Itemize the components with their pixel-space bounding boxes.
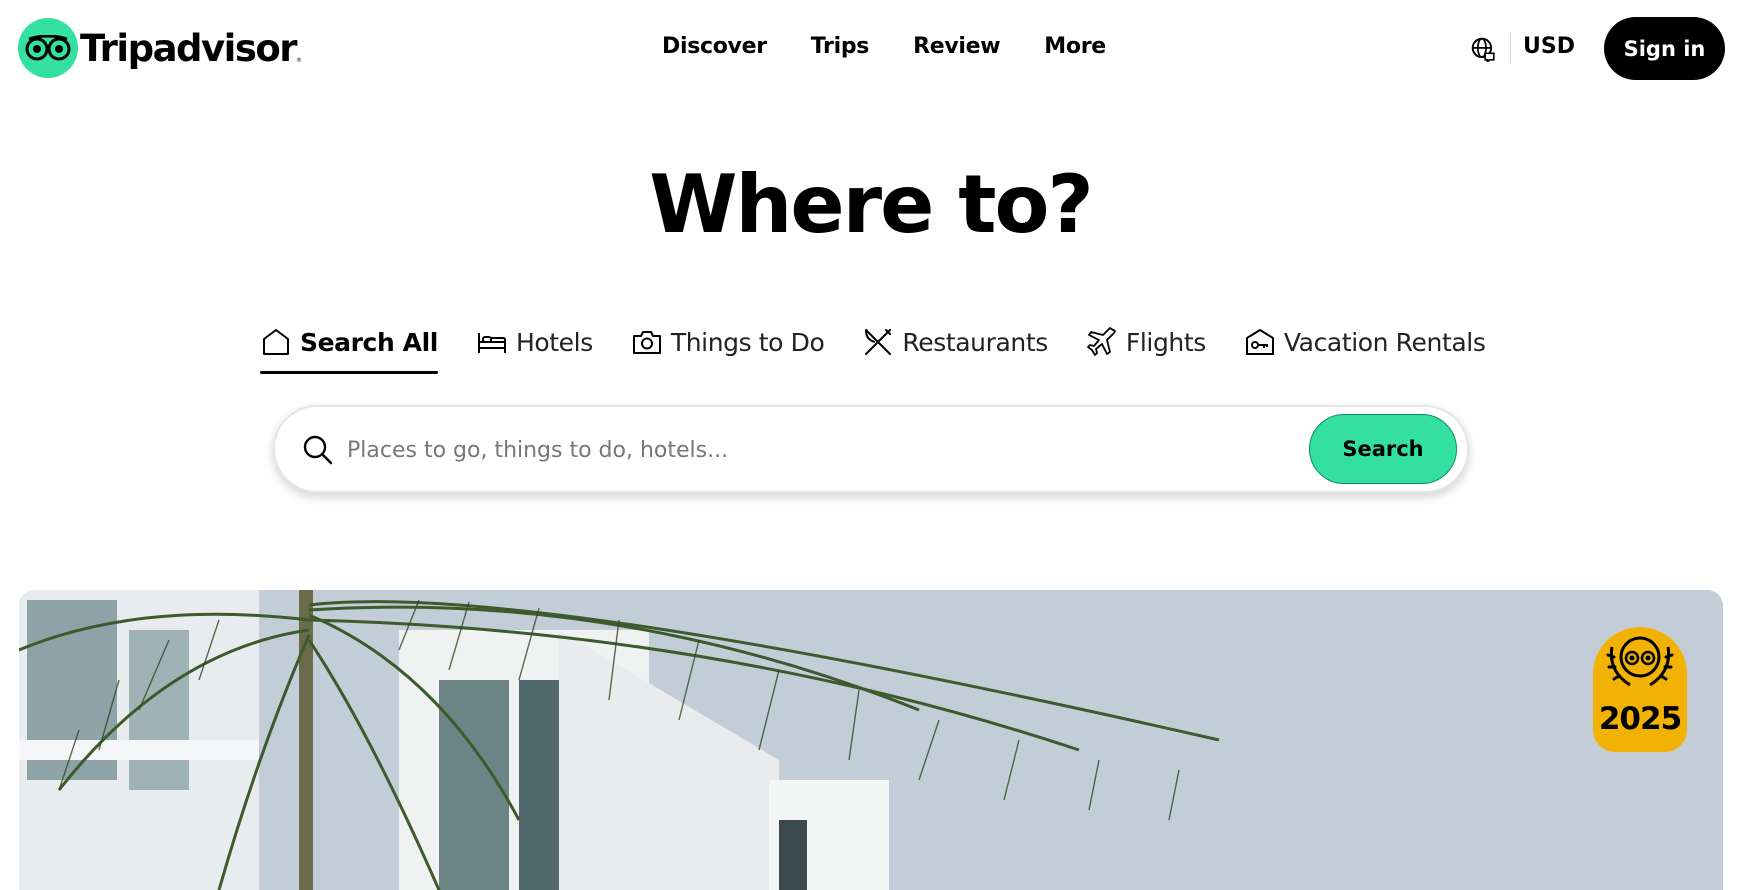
utensils-icon <box>865 329 892 355</box>
search-input[interactable] <box>345 425 1289 475</box>
nav-discover[interactable]: Discover <box>640 26 789 67</box>
search-icon <box>303 435 333 465</box>
search-category-tabs: Search All Hotels Things to Do Restauran… <box>260 322 1523 374</box>
tab-label: Restaurants <box>902 327 1048 357</box>
tab-label: Vacation Rentals <box>1283 327 1486 357</box>
owl-logo-icon <box>18 18 78 78</box>
house-key-icon <box>1245 329 1274 355</box>
camera-icon <box>632 331 661 354</box>
travelers-choice-badge: 2025 <box>1593 627 1687 752</box>
search-button[interactable]: Search <box>1309 414 1457 484</box>
tab-label: Hotels <box>515 327 593 357</box>
tab-search-all[interactable]: Search All <box>260 322 438 374</box>
currency-selector[interactable]: USD <box>1523 34 1575 59</box>
tab-label: Flights <box>1125 327 1206 357</box>
owl-laurel-icon <box>1606 636 1674 687</box>
sign-in-button[interactable]: Sign in <box>1604 17 1725 80</box>
logo-wordmark: Tripadvisor <box>80 26 298 70</box>
tab-flights[interactable]: Flights <box>1086 322 1206 374</box>
nav-more[interactable]: More <box>1022 26 1128 67</box>
hero-banner-image[interactable] <box>19 590 1723 890</box>
header-divider <box>1510 32 1511 64</box>
nav-review[interactable]: Review <box>891 26 1022 67</box>
plane-icon <box>1086 327 1116 356</box>
tab-label: Things to Do <box>670 327 825 357</box>
main-nav: Discover Trips Review More <box>640 26 1128 67</box>
search-bar: Search <box>273 405 1469 493</box>
home-icon <box>263 329 289 355</box>
logo-registered-mark: ® <box>296 57 303 64</box>
tab-hotels[interactable]: Hotels <box>476 322 593 374</box>
palm-building-photo <box>19 590 1723 890</box>
nav-trips[interactable]: Trips <box>789 26 891 67</box>
tab-restaurants[interactable]: Restaurants <box>862 322 1048 374</box>
page-title: Where to? <box>649 158 1094 251</box>
globe-language-icon[interactable] <box>1470 36 1496 62</box>
badge-year: 2025 <box>1598 701 1682 737</box>
tab-label: Search All <box>300 327 438 357</box>
tab-vacation-rentals[interactable]: Vacation Rentals <box>1244 322 1486 374</box>
tab-things-to-do[interactable]: Things to Do <box>631 322 825 374</box>
tripadvisor-logo[interactable]: Tripadvisor ® <box>18 18 302 78</box>
bed-icon <box>477 333 506 353</box>
site-header: Tripadvisor ® Discover Trips Review More… <box>0 0 1741 95</box>
